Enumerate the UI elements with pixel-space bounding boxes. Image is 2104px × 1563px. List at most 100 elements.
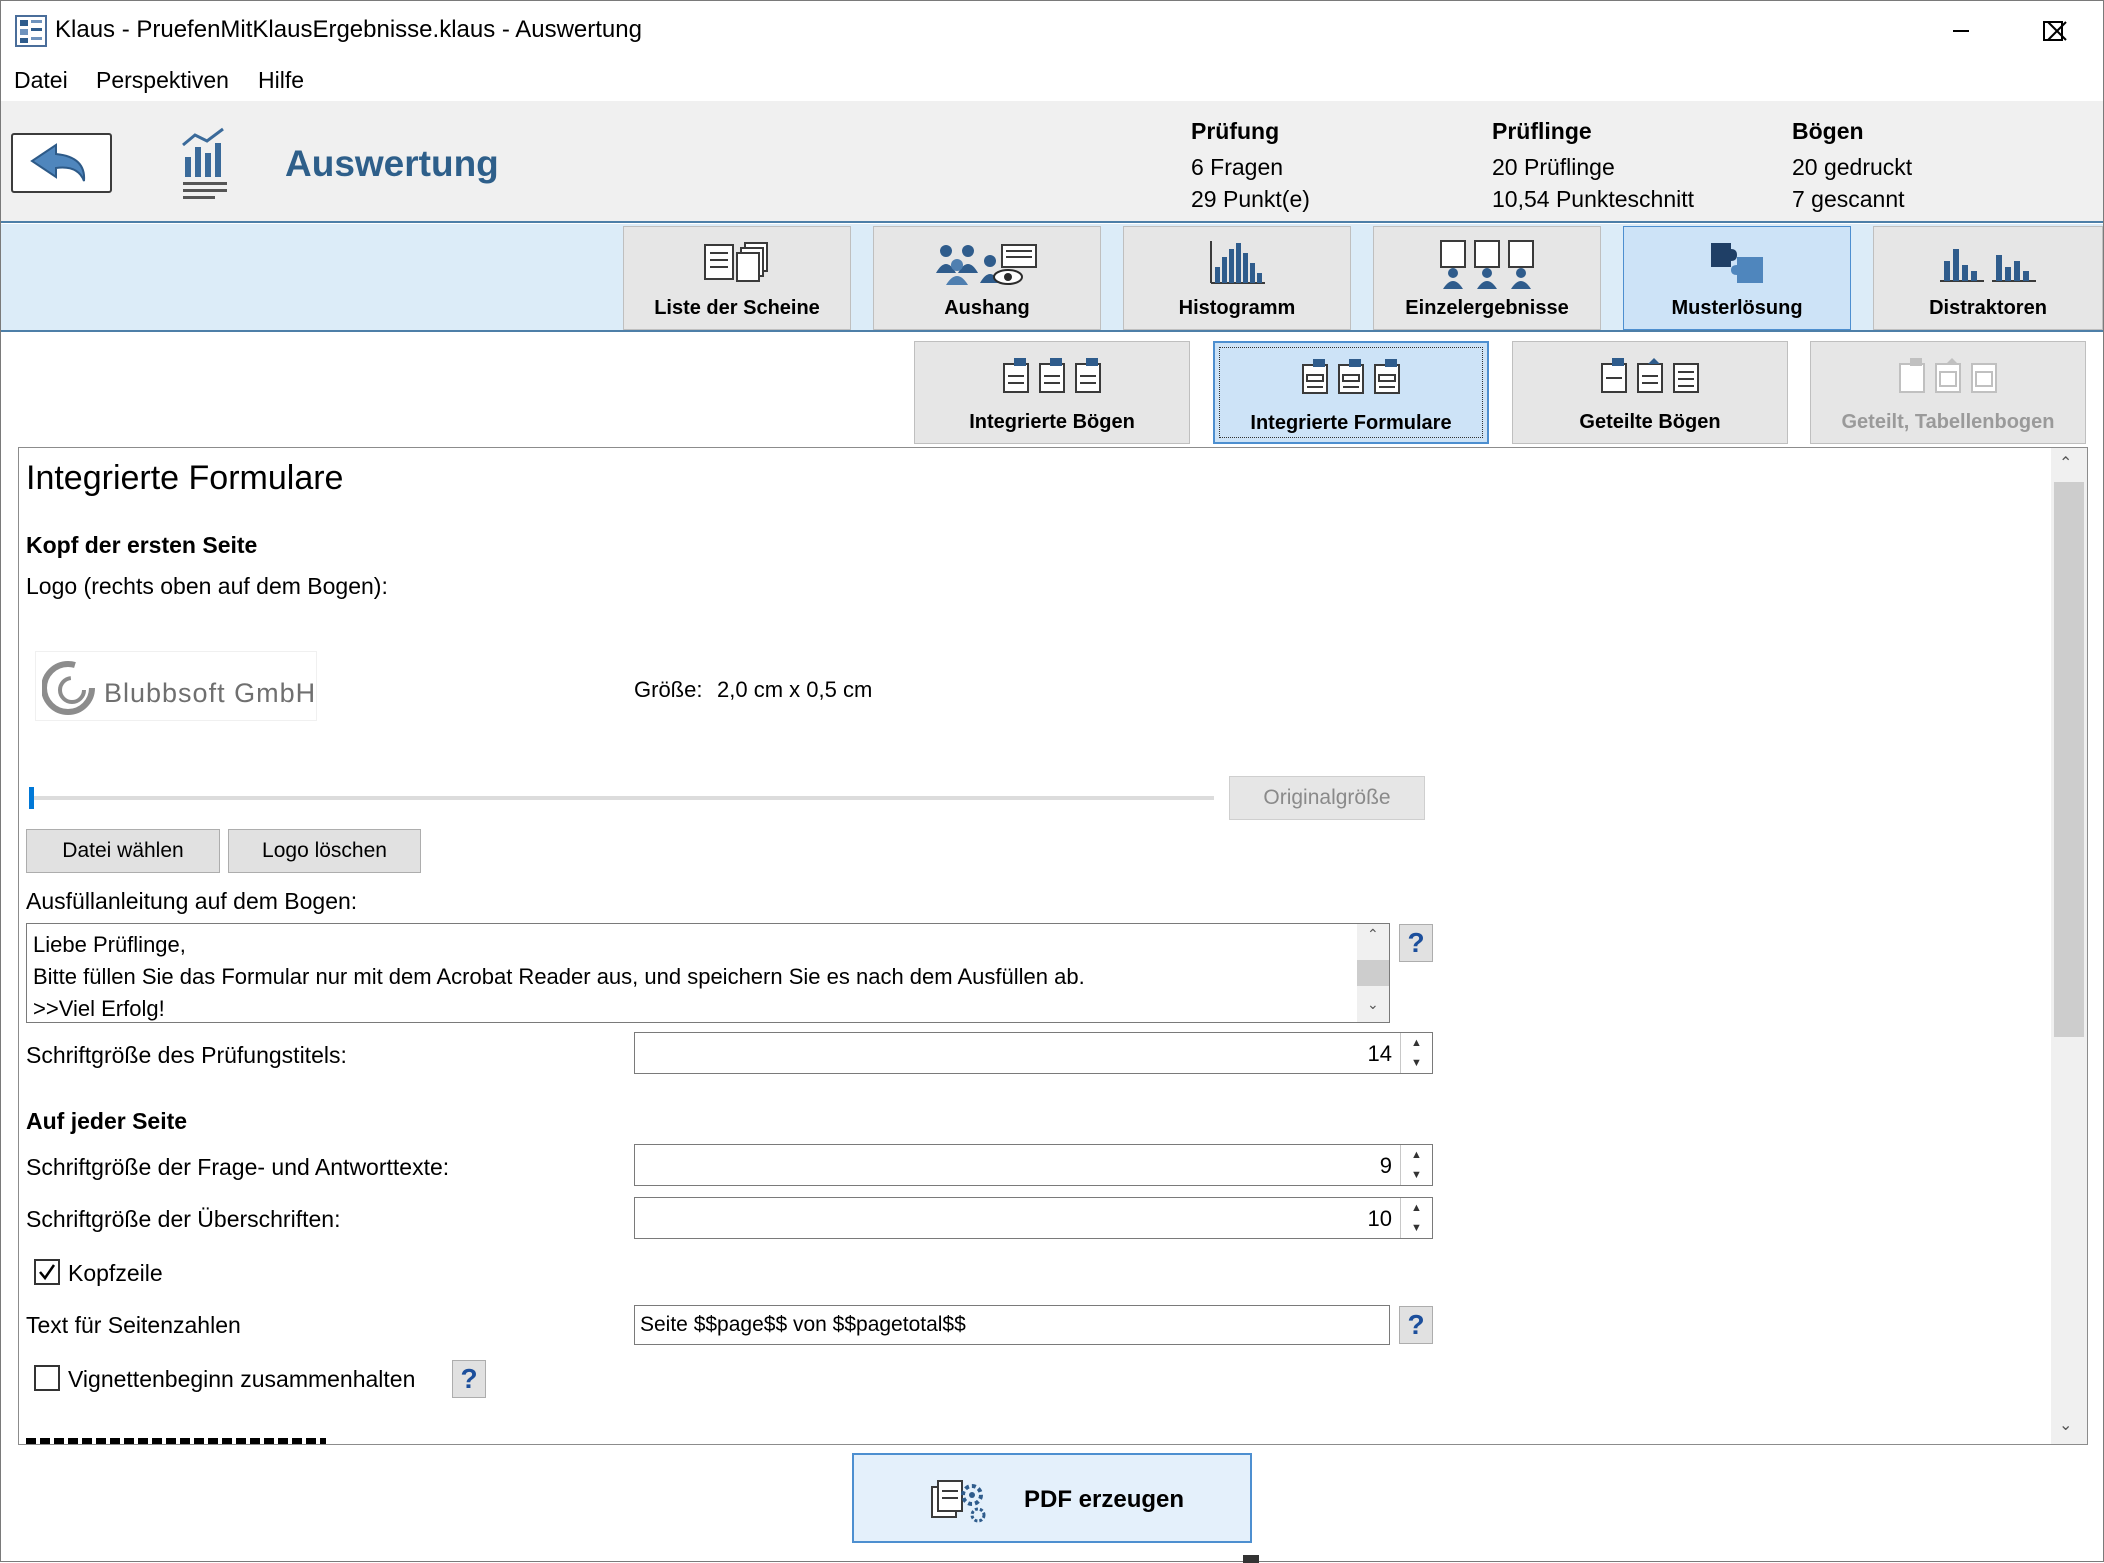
original-size-button: Originalgröße (1229, 776, 1425, 820)
spin-down-icon[interactable]: ▼ (1401, 1053, 1432, 1073)
instructions-help-button[interactable]: ? (1399, 924, 1433, 962)
title-font-spinner[interactable]: 14 ▲ ▼ (634, 1032, 1433, 1074)
instructions-line: Bitte füllen Sie das Formular nur mit de… (33, 964, 1085, 989)
header-checkbox-label[interactable]: Kopfzeile (68, 1260, 163, 1287)
vignette-checkbox[interactable] (34, 1365, 60, 1391)
subtab-integrierte-formulare[interactable]: Integrierte Formulare (1213, 341, 1489, 444)
subtab-label: Geteilte Bögen (1579, 411, 1721, 433)
help-icon: ? (1407, 1309, 1425, 1340)
title-font-label: Schriftgröße des Prüfungstitels: (26, 1042, 347, 1068)
close-icon (2047, 21, 2067, 41)
menu-hilfe[interactable]: Hilfe (258, 67, 304, 94)
tab-einzelergebnisse[interactable]: Einzelergebnisse (1373, 226, 1601, 330)
split-sheets-icon (1601, 358, 1699, 393)
instructions-line: >>Viel Erfolg! (33, 996, 165, 1021)
instructions-label: Ausfüllanleitung auf dem Bogen: (26, 888, 358, 914)
pdf-generate-button[interactable]: PDF erzeugen (852, 1453, 1252, 1543)
heading-font-label: Schriftgröße der Überschriften: (26, 1206, 341, 1232)
logo-size-slider-thumb[interactable] (29, 787, 34, 809)
tab-musterloesung[interactable]: Musterlösung (1623, 226, 1851, 330)
qa-font-spinner[interactable]: 9 ▲ ▼ (634, 1144, 1433, 1186)
company-logo-mark (42, 661, 95, 715)
statistics-icon (179, 127, 231, 201)
tab-distraktoren[interactable]: Distraktoren (1873, 226, 2103, 330)
stat-boegen-heading: Bögen (1792, 118, 1864, 144)
spin-down-icon[interactable]: ▼ (1401, 1165, 1432, 1185)
page-number-input[interactable] (634, 1305, 1390, 1345)
menu-datei[interactable]: Datei (14, 67, 68, 94)
page-number-label: Text für Seitenzahlen (26, 1312, 241, 1338)
logo-preview: Blubbsoft GmbH (35, 651, 317, 721)
menu-bar (1, 61, 2103, 101)
heading-font-spinner[interactable]: 10 ▲ ▼ (634, 1197, 1433, 1239)
tab-aushang[interactable]: Aushang (873, 226, 1101, 330)
stat-pruefung-heading: Prüfung (1191, 118, 1280, 144)
heading-font-value: 10 (1367, 1206, 1392, 1231)
list-sheets-icon (704, 242, 768, 282)
tab-liste-der-scheine[interactable]: Liste der Scheine (623, 226, 851, 330)
tab-label: Musterlösung (1671, 297, 1803, 319)
back-arrow-icon (29, 143, 85, 182)
checkmark-icon (39, 1264, 56, 1281)
stat-pruefung-questions: 6 Fragen (1191, 154, 1284, 180)
choose-file-button[interactable]: Datei wählen (26, 829, 220, 873)
size-label: Größe: (634, 677, 703, 702)
app-icon (15, 15, 47, 47)
table-sheets-icon (1899, 358, 1997, 393)
title-font-value: 14 (1367, 1041, 1392, 1066)
page-number-help-button[interactable]: ? (1399, 1306, 1433, 1344)
qa-font-value: 9 (1379, 1153, 1392, 1178)
minimize-icon (1953, 30, 1969, 32)
tab-label: Liste der Scheine (654, 297, 820, 319)
stat-prueflinge-heading: Prüflinge (1492, 118, 1592, 144)
stat-boegen-scanned: 7 gescannt (1792, 186, 1905, 212)
textarea-scroll-down-icon[interactable]: ⌄ (1367, 996, 1379, 1013)
textarea-scroll-up-icon[interactable]: ⌃ (1367, 926, 1379, 943)
minimize-button[interactable] (1915, 1, 2007, 61)
vignette-checkbox-label[interactable]: Vignettenbeginn zusammenhalten (68, 1366, 415, 1393)
back-button[interactable] (11, 133, 112, 193)
form-heading: Integrierte Formulare (26, 459, 344, 497)
clipped-section-heading (26, 1438, 326, 1444)
size-value: 2,0 cm x 0,5 cm (717, 677, 873, 702)
scroll-down-icon[interactable]: ⌄ (2059, 1415, 2072, 1435)
header-checkbox[interactable] (34, 1259, 60, 1285)
histogram-icon (1210, 241, 1265, 284)
tab-label: Distraktoren (1929, 297, 2047, 319)
puzzle-icon (1711, 243, 1763, 283)
scroll-up-icon[interactable]: ⌃ (2059, 453, 2072, 473)
subtab-label: Geteilt, Tabellenbogen (1841, 411, 2055, 433)
logo-label: Logo (rechts oben auf dem Bogen): (26, 573, 388, 599)
subtab-integrierte-boegen[interactable]: Integrierte Bögen (914, 341, 1190, 444)
instructions-textarea[interactable]: Liebe Prüflinge, Bitte füllen Sie das Fo… (26, 923, 1390, 1023)
spin-up-icon[interactable]: ▲ (1401, 1198, 1432, 1218)
spin-up-icon[interactable]: ▲ (1401, 1145, 1432, 1165)
delete-logo-button[interactable]: Logo löschen (228, 829, 421, 873)
vignette-help-button[interactable]: ? (452, 1360, 486, 1398)
tab-label: Einzelergebnisse (1405, 297, 1569, 319)
stat-prueflinge-count: 20 Prüflinge (1492, 154, 1615, 180)
logo-text: Blubbsoft GmbH (104, 678, 317, 708)
stat-prueflinge-average: 10,54 Punkteschnitt (1492, 186, 1695, 212)
subtab-geteilte-boegen[interactable]: Geteilte Bögen (1512, 341, 1788, 444)
tab-label: Histogramm (1178, 297, 1296, 319)
tab-histogramm[interactable]: Histogramm (1123, 226, 1351, 330)
textarea-scrollbar[interactable]: ⌃ ⌄ (1357, 924, 1389, 1022)
window-title: Klaus - PruefenMitKlausErgebnisse.klaus … (55, 16, 642, 43)
spin-down-icon[interactable]: ▼ (1401, 1218, 1432, 1238)
textarea-scrollbar-thumb[interactable] (1357, 960, 1389, 986)
spin-up-icon[interactable]: ▲ (1401, 1033, 1432, 1053)
pdf-gear-icon (931, 1480, 986, 1523)
help-icon: ? (460, 1363, 478, 1394)
subtab-label: Integrierte Bögen (969, 411, 1135, 433)
menu-perspektiven[interactable]: Perspektiven (96, 67, 229, 94)
scrollbar-thumb[interactable] (2054, 482, 2084, 1037)
individual-results-icon (1440, 240, 1534, 289)
distractor-chart-icon (1940, 249, 2036, 282)
tab-label: Aushang (944, 297, 1030, 319)
subtab-geteilt-tabellenbogen: Geteilt, Tabellenbogen (1810, 341, 2086, 444)
stat-boegen-printed: 20 gedruckt (1792, 154, 1913, 180)
logo-size-slider-track[interactable] (31, 796, 1214, 800)
close-button[interactable] (2011, 1, 2103, 61)
instructions-line: Liebe Prüflinge, (33, 932, 186, 957)
